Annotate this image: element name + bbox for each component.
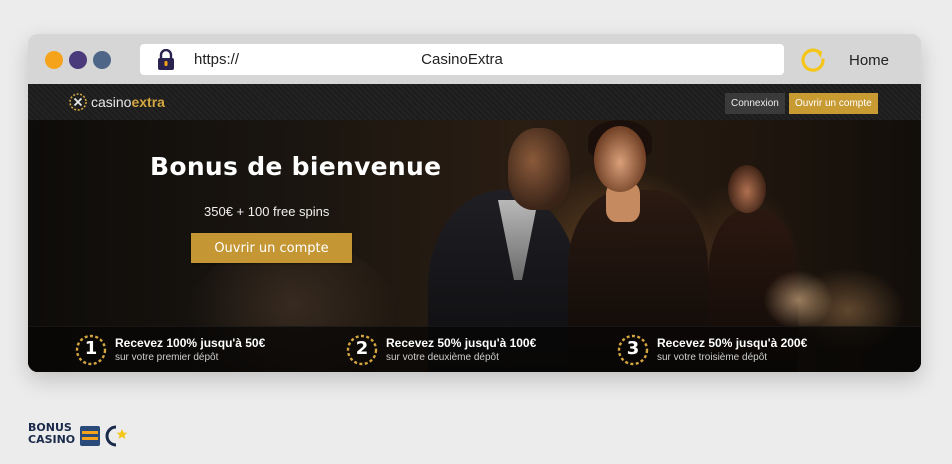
hero-signup-button[interactable]: Ouvrir un compte (191, 233, 352, 263)
home-link[interactable]: Home (849, 52, 889, 69)
step-number: 3 (626, 338, 640, 359)
step-number: 1 (84, 338, 98, 359)
logo-line-2: CASINO (28, 433, 76, 446)
window-minimize-dot[interactable] (69, 51, 87, 69)
step-title: Recevez 100% jusqu'à 50€ (115, 336, 266, 350)
address-bar[interactable]: https:// CasinoExtra (140, 44, 784, 75)
step-description: sur votre troisième dépôt (657, 352, 768, 363)
step-title: Recevez 50% jusqu'à 100€ (386, 336, 537, 350)
step-description: sur votre deuxième dépôt (386, 352, 499, 363)
browser-toolbar: https:// CasinoExtra Home (28, 34, 921, 84)
browser-window: https:// CasinoExtra Home casino extra Co… (28, 34, 921, 372)
logo-text-casino: casino (91, 94, 132, 110)
logo-mark-icon (69, 93, 87, 111)
step-number: 2 (355, 338, 369, 359)
step-title: Recevez 50% jusqu'à 200€ (657, 336, 808, 350)
site-header: casino extra Connexion Ouvrir un compte (28, 84, 921, 120)
hero-title: Bonus de bienvenue (150, 152, 442, 181)
login-button[interactable]: Connexion (725, 93, 785, 114)
hero-photo-woman-right-head (728, 165, 766, 213)
logo-emblem-icon (80, 425, 128, 447)
hero-subtitle: 350€ + 100 free spins (204, 204, 330, 219)
page-url-title: CasinoExtra (421, 51, 503, 68)
window-close-dot[interactable] (45, 51, 63, 69)
bonus-steps-bar: 1 Recevez 100% jusqu'à 50€ sur votre pre… (28, 326, 921, 372)
step-description: sur votre premier dépôt (115, 352, 219, 363)
hero-photo-man-head (508, 128, 570, 210)
hero-photo-glasses-glow (763, 270, 833, 330)
bonus-casino-logo: BONUS CASINO (28, 422, 148, 450)
bonus-casino-logo-text: BONUS CASINO (28, 422, 75, 446)
hero-photo-woman-head (594, 126, 646, 192)
logo-text-extra: extra (131, 94, 165, 110)
hero-banner: Bonus de bienvenue 350€ + 100 free spins… (28, 120, 921, 372)
nav-signup-button[interactable]: Ouvrir un compte (789, 93, 878, 114)
window-maximize-dot[interactable] (93, 51, 111, 69)
reload-icon[interactable] (799, 46, 827, 74)
site-logo[interactable]: casino extra (68, 91, 165, 113)
website-viewport: casino extra Connexion Ouvrir un compte B… (28, 84, 921, 372)
